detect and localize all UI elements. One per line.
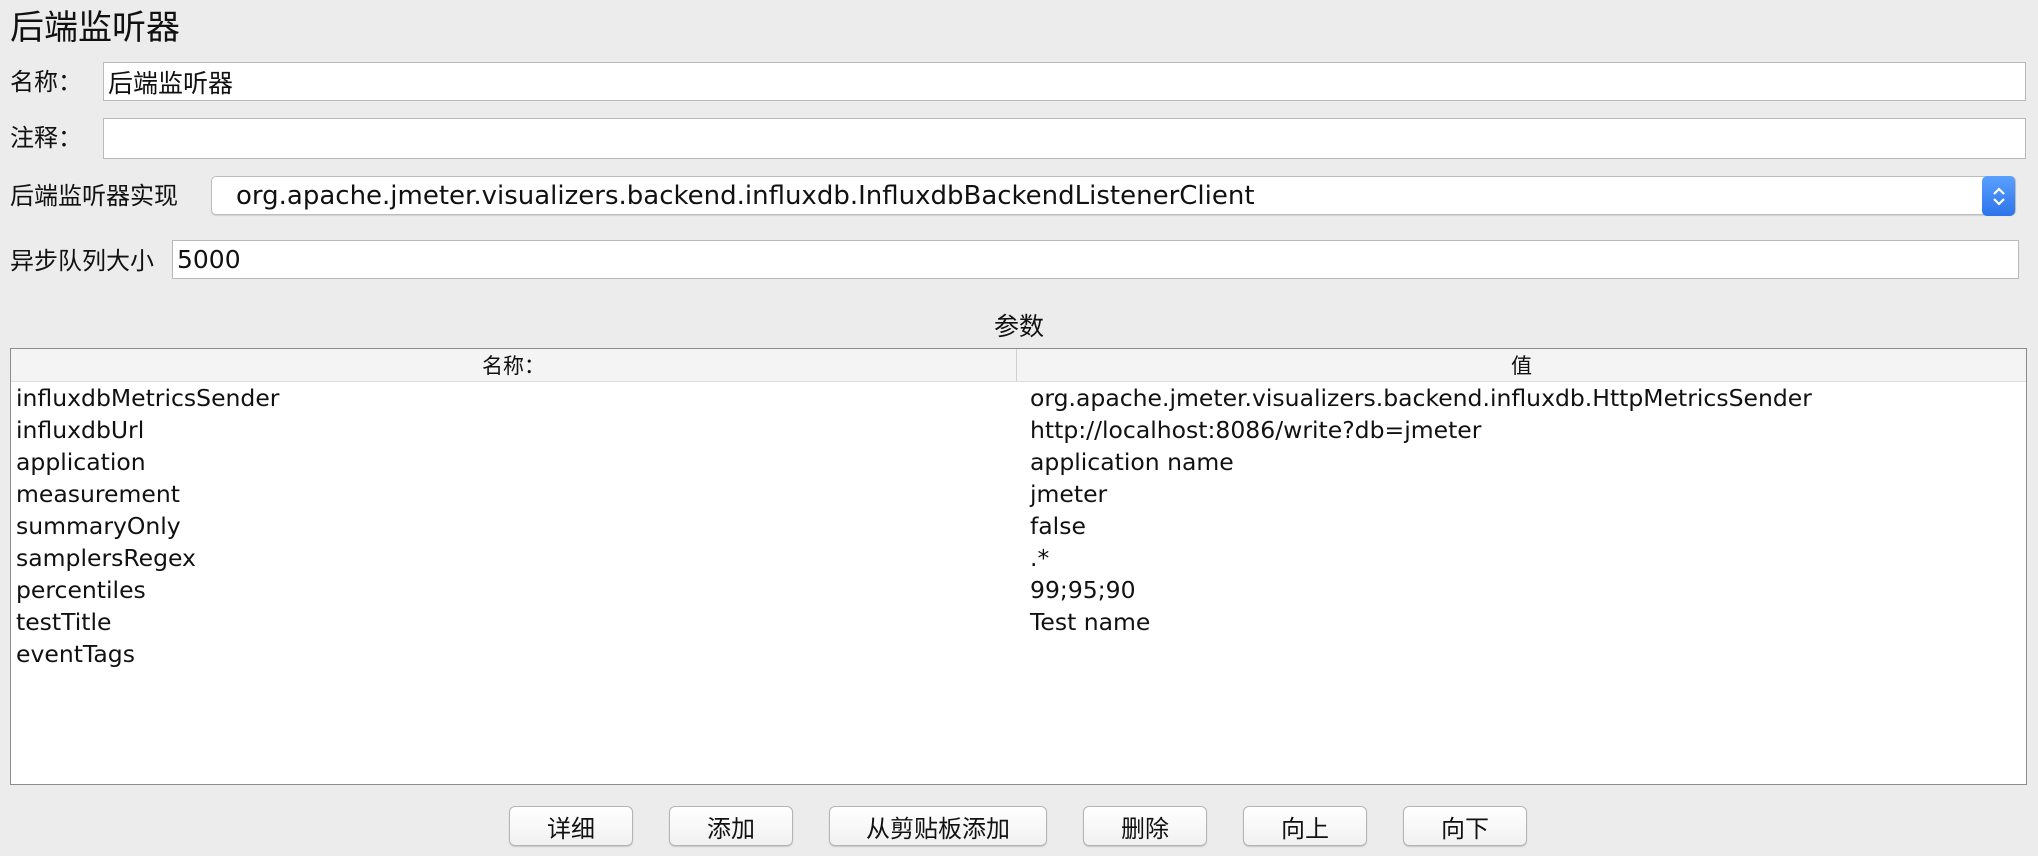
table-row[interactable]: testTitle Test name <box>11 606 2026 638</box>
param-value-cell[interactable]: .* <box>1017 544 2026 572</box>
param-name-cell[interactable]: application <box>11 448 1017 476</box>
params-table[interactable]: 名称： 值 influxdbMetricsSender org.apache.j… <box>10 348 2027 785</box>
param-value-cell[interactable]: http://localhost:8086/write?db=jmeter <box>1017 416 2026 444</box>
param-name-cell[interactable]: eventTags <box>11 640 1017 668</box>
param-value-cell[interactable]: Test name <box>1017 608 2026 636</box>
chevron-updown-icon[interactable] <box>1982 176 2015 216</box>
table-row[interactable]: measurement jmeter <box>11 478 2026 510</box>
table-row[interactable]: summaryOnly false <box>11 510 2026 542</box>
param-name-cell[interactable]: percentiles <box>11 576 1017 604</box>
table-row[interactable]: percentiles 99;95;90 <box>11 574 2026 606</box>
param-name-cell[interactable]: measurement <box>11 480 1017 508</box>
impl-select-value: org.apache.jmeter.visualizers.backend.in… <box>236 180 1255 211</box>
comment-label: 注释： <box>10 124 82 152</box>
param-name-cell[interactable]: testTitle <box>11 608 1017 636</box>
name-field-value: 后端监听器 <box>108 68 234 98</box>
param-value-cell[interactable]: 99;95;90 <box>1017 576 2026 604</box>
add-button[interactable]: 添加 <box>669 806 793 846</box>
table-body: influxdbMetricsSender org.apache.jmeter.… <box>11 382 2026 670</box>
param-value-cell[interactable]: jmeter <box>1017 480 2026 508</box>
table-header: 名称： 值 <box>11 349 2026 382</box>
params-title: 参数 <box>993 312 1044 341</box>
table-row[interactable]: samplersRegex .* <box>11 542 2026 574</box>
name-field[interactable]: 后端监听器 <box>103 62 2026 101</box>
table-row[interactable]: application application name <box>11 446 2026 478</box>
param-value-cell[interactable]: false <box>1017 512 2026 540</box>
detail-button[interactable]: 详细 <box>509 806 633 846</box>
queue-label: 异步队列大小 <box>10 247 154 275</box>
impl-label: 后端监听器实现 <box>10 182 178 210</box>
add-from-clipboard-button[interactable]: 从剪贴板添加 <box>829 806 1047 846</box>
impl-select[interactable]: org.apache.jmeter.visualizers.backend.in… <box>211 176 2016 216</box>
page-title: 后端监听器 <box>10 8 180 48</box>
param-name-cell[interactable]: influxdbMetricsSender <box>11 384 1017 412</box>
column-header-value[interactable]: 值 <box>1017 349 2026 381</box>
param-name-cell[interactable]: influxdbUrl <box>11 416 1017 444</box>
move-down-button[interactable]: 向下 <box>1403 806 1527 846</box>
comment-field[interactable] <box>103 118 2026 159</box>
name-label: 名称： <box>10 68 82 96</box>
param-value-cell[interactable]: application name <box>1017 448 2026 476</box>
delete-button[interactable]: 删除 <box>1083 806 1207 846</box>
table-row[interactable]: influxdbUrl http://localhost:8086/write?… <box>11 414 2026 446</box>
param-value-cell[interactable]: org.apache.jmeter.visualizers.backend.in… <box>1017 384 2026 412</box>
move-up-button[interactable]: 向上 <box>1243 806 1367 846</box>
table-row[interactable]: influxdbMetricsSender org.apache.jmeter.… <box>11 382 2026 414</box>
param-name-cell[interactable]: samplersRegex <box>11 544 1017 572</box>
table-row[interactable]: eventTags <box>11 638 2026 670</box>
queue-size-field[interactable]: 5000 <box>172 240 2019 279</box>
queue-size-value: 5000 <box>177 245 241 274</box>
param-name-cell[interactable]: summaryOnly <box>11 512 1017 540</box>
column-header-name[interactable]: 名称： <box>11 349 1017 381</box>
